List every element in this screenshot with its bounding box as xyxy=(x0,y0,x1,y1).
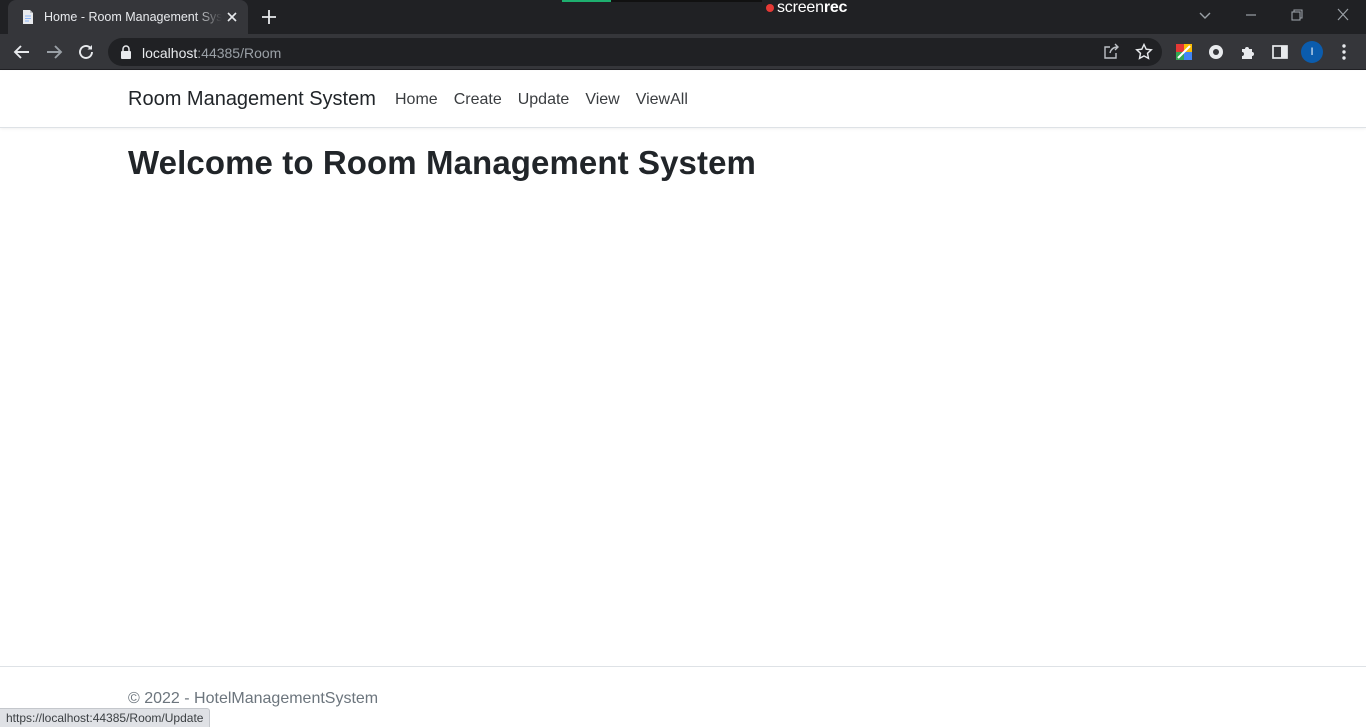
tab-search-icon[interactable] xyxy=(1194,5,1216,25)
page-title: Welcome to Room Management System xyxy=(128,144,756,181)
back-arrow-icon[interactable] xyxy=(11,41,33,63)
nav-link-home[interactable]: Home xyxy=(387,89,446,111)
recorder-progress-bar xyxy=(562,0,611,2)
page-icon xyxy=(23,10,33,24)
site-navbar: Room Management System Home Create Updat… xyxy=(0,71,1366,128)
plus-icon[interactable] xyxy=(259,7,279,27)
screenrec-overlay: screenrec xyxy=(762,0,854,16)
share-icon[interactable] xyxy=(1101,42,1121,62)
minimize-icon[interactable] xyxy=(1240,5,1262,25)
browser-tab-strip: Home - Room Management System screenrec xyxy=(0,0,1366,34)
address-bar[interactable]: localhost:44385/Room xyxy=(108,38,1162,66)
puzzle-icon[interactable] xyxy=(1237,41,1259,63)
star-icon[interactable] xyxy=(1134,42,1154,62)
url-text[interactable]: localhost:44385/Room xyxy=(142,45,281,61)
recorder-track xyxy=(611,0,763,2)
nav-link-viewall[interactable]: ViewAll xyxy=(628,89,696,111)
nav-link-view[interactable]: View xyxy=(577,89,627,111)
browser-tab-active[interactable]: Home - Room Management System xyxy=(8,0,248,34)
lock-icon[interactable] xyxy=(120,45,132,59)
browser-toolbar: localhost:44385/Room I xyxy=(0,34,1366,70)
footer-copyright: © 2022 - HotelManagementSystem xyxy=(128,690,379,707)
profile-avatar[interactable]: I xyxy=(1301,41,1323,63)
nav-links: Home Create Update View ViewAll xyxy=(387,89,696,111)
screenrec-logo: screenrec xyxy=(777,0,848,16)
tab-title: Home - Room Management System xyxy=(44,10,222,24)
extension-colorful-icon[interactable] xyxy=(1173,41,1195,63)
restore-icon[interactable] xyxy=(1286,5,1308,25)
record-dot-icon xyxy=(766,4,774,12)
forward-arrow-icon[interactable] xyxy=(43,41,65,63)
close-icon[interactable] xyxy=(224,9,240,25)
extension-circle-icon[interactable] xyxy=(1205,41,1227,63)
reload-icon[interactable] xyxy=(75,41,97,63)
close-window-icon[interactable] xyxy=(1332,5,1354,25)
nav-link-update[interactable]: Update xyxy=(510,89,578,111)
kebab-menu-icon[interactable] xyxy=(1333,41,1355,63)
link-status-bubble: https://localhost:44385/Room/Update xyxy=(0,708,211,727)
nav-link-create[interactable]: Create xyxy=(446,89,510,111)
navbar-brand[interactable]: Room Management System xyxy=(128,88,376,111)
side-panel-icon[interactable] xyxy=(1269,41,1291,63)
